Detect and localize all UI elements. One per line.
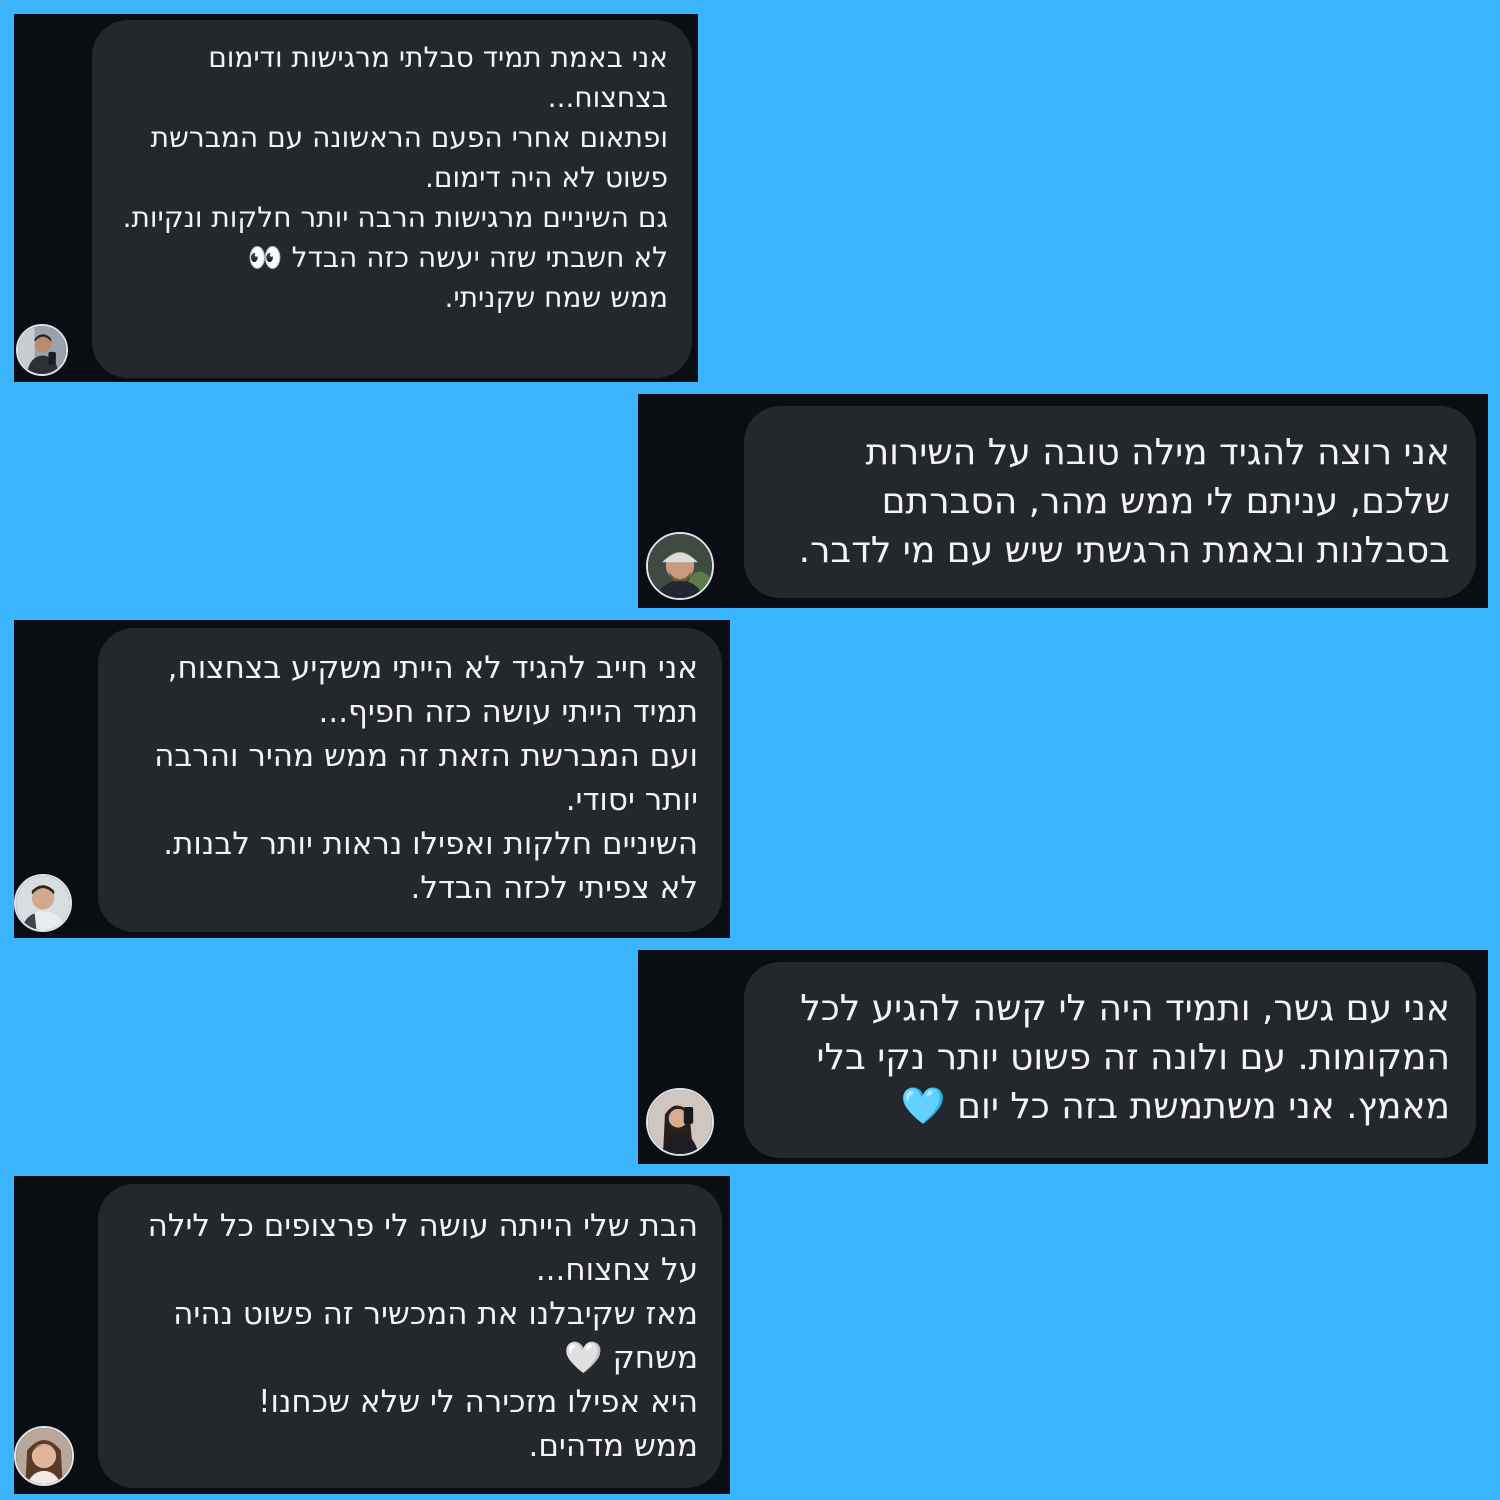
review-bubble: הבת שלי הייתה עושה לי פרצופים כל לילה על…	[98, 1184, 722, 1488]
user-avatar-man-selfie-icon[interactable]	[16, 324, 68, 376]
review-card-2: אני רוצה להגיד מילה טובה על השירות שלכם,…	[638, 394, 1488, 608]
review-bubble: אני עם גשר, ותמיד היה לי קשה להגיע לכל ה…	[744, 962, 1476, 1158]
review-text: הבת שלי הייתה עושה לי פרצופים כל לילה על…	[147, 1208, 698, 1464]
review-text: אני חייב להגיד לא הייתי משקיע בצחצוח, תמ…	[154, 650, 698, 906]
review-text: אני רוצה להגיד מילה טובה על השירות שלכם,…	[798, 432, 1450, 571]
review-text: אני באמת תמיד סבלתי מרגישות ודימום בצחצו…	[122, 41, 668, 314]
user-avatar-woman-mirror-icon[interactable]	[646, 1088, 714, 1156]
review-card-4: אני עם גשר, ותמיד היה לי קשה להגיע לכל ה…	[638, 950, 1488, 1164]
review-card-3: אני חייב להגיד לא הייתי משקיע בצחצוח, תמ…	[14, 620, 730, 938]
user-avatar-man-cap-icon[interactable]	[646, 532, 714, 600]
review-bubble: אני רוצה להגיד מילה טובה על השירות שלכם,…	[744, 406, 1476, 598]
review-bubble: אני באמת תמיד סבלתי מרגישות ודימום בצחצו…	[92, 20, 692, 378]
user-avatar-woman-icon[interactable]	[14, 1426, 74, 1486]
review-card-1: אני באמת תמיד סבלתי מרגישות ודימום בצחצו…	[14, 14, 698, 382]
review-bubble: אני חייב להגיד לא הייתי משקיע בצחצוח, תמ…	[98, 628, 722, 932]
review-text: אני עם גשר, ותמיד היה לי קשה להגיע לכל ה…	[800, 988, 1450, 1127]
user-avatar-young-man-icon[interactable]	[14, 874, 72, 932]
review-card-5: הבת שלי הייתה עושה לי פרצופים כל לילה על…	[14, 1176, 730, 1494]
